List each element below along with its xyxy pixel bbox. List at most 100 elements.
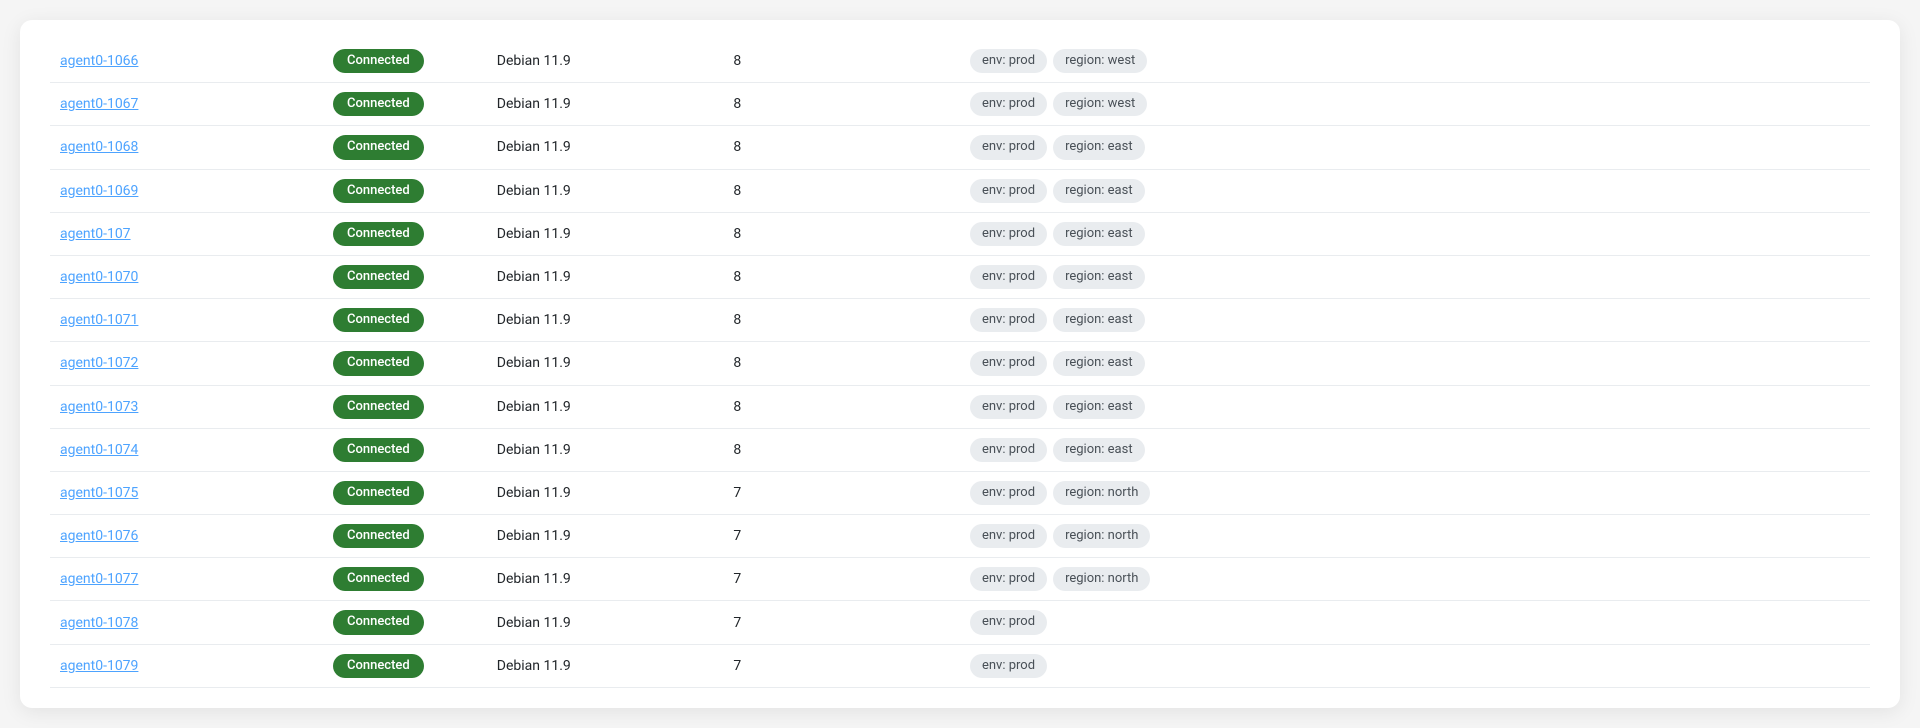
cell-count: 7: [723, 515, 960, 558]
table-row: agent0-107 Connected Debian 11.9 8 env: prod…: [50, 212, 1870, 255]
count-text: 8: [733, 355, 741, 371]
tag-pill: region: east: [1053, 179, 1145, 203]
tag-pill: region: west: [1053, 49, 1147, 73]
os-text: Debian 11.9: [497, 53, 571, 69]
status-badge: Connected: [333, 654, 424, 678]
agent-link[interactable]: agent0-1077: [60, 571, 138, 587]
count-text: 8: [733, 183, 741, 199]
agent-link[interactable]: agent0-1076: [60, 528, 138, 544]
os-text: Debian 11.9: [497, 183, 571, 199]
tag-pill: region: east: [1053, 438, 1145, 462]
cell-os: Debian 11.9: [487, 212, 724, 255]
agent-link[interactable]: agent0-1072: [60, 355, 138, 371]
tag-pill: env: prod: [970, 308, 1047, 332]
cell-status: Connected: [323, 558, 487, 601]
status-badge: Connected: [333, 265, 424, 289]
table-row: agent0-1076ConnectedDebian 11.97env: pro…: [50, 515, 1870, 558]
agent-link[interactable]: agent0-1079: [60, 658, 138, 674]
status-badge: Connected: [333, 610, 424, 634]
agent-link[interactable]: agent0-107: [60, 226, 131, 242]
agent-link[interactable]: agent0-1066: [60, 53, 138, 69]
tag-pill: env: prod: [970, 222, 1047, 246]
count-text: 8: [733, 96, 741, 112]
status-badge: Connected: [333, 395, 424, 419]
status-badge: Connected: [333, 567, 424, 591]
cell-os: Debian 11.9: [487, 83, 724, 126]
cell-status: Connected: [323, 471, 487, 514]
cell-tags: env: prodregion: east: [960, 169, 1870, 212]
cell-agent-name: agent0-1069: [50, 169, 323, 212]
tag-pill: env: prod: [970, 135, 1047, 159]
count-text: 7: [733, 571, 741, 587]
status-badge: Connected: [333, 92, 424, 116]
os-text: Debian 11.9: [497, 226, 571, 242]
table-row: agent0-1070ConnectedDebian 11.98env: pro…: [50, 255, 1870, 298]
table-row: agent0-1074ConnectedDebian 11.98env: pro…: [50, 428, 1870, 471]
cell-tags: env: prodregion: east: [960, 428, 1870, 471]
tag-pill: region: east: [1053, 308, 1145, 332]
tag-pill: env: prod: [970, 49, 1047, 73]
table-row: agent0-1066 Connected Debian 11.9 8 env: pro…: [50, 40, 1870, 83]
table-row: agent0-1069ConnectedDebian 11.98env: pro…: [50, 169, 1870, 212]
cell-tags: env: prod: [960, 644, 1870, 687]
table-row: agent0-1075ConnectedDebian 11.97env: pro…: [50, 471, 1870, 514]
cell-count: 7: [723, 471, 960, 514]
table-row: agent0-1072ConnectedDebian 11.98env: pro…: [50, 342, 1870, 385]
count-text: 7: [733, 485, 741, 501]
tag-pill: env: prod: [970, 395, 1047, 419]
agent-link[interactable]: agent0-1073: [60, 399, 138, 415]
cell-count: 8: [723, 428, 960, 471]
tag-pill: env: prod: [970, 438, 1047, 462]
cell-os: Debian 11.9: [487, 126, 724, 169]
agent-link[interactable]: agent0-1075: [60, 485, 138, 501]
cell-status: Connected: [323, 644, 487, 687]
cell-count: 8: [723, 126, 960, 169]
tag-pill: env: prod: [970, 567, 1047, 591]
agent-link[interactable]: agent0-1068: [60, 139, 138, 155]
agent-link[interactable]: agent0-1071: [60, 312, 138, 328]
cell-os: Debian 11.9: [487, 299, 724, 342]
cell-agent-name: agent0-1068: [50, 126, 323, 169]
status-badge: Connected: [333, 222, 424, 246]
os-text: Debian 11.9: [497, 96, 571, 112]
count-text: 8: [733, 53, 741, 69]
cell-count: 8: [723, 212, 960, 255]
table-row: agent0-1067 Connected Debian 11.9 8 env: pro…: [50, 83, 1870, 126]
agent-link[interactable]: agent0-1078: [60, 615, 138, 631]
cell-count: 7: [723, 644, 960, 687]
agent-link[interactable]: agent0-1074: [60, 442, 138, 458]
agent-link[interactable]: agent0-1069: [60, 183, 138, 199]
cell-os: Debian 11.9: [487, 255, 724, 298]
status-badge: Connected: [333, 49, 424, 73]
cell-count: 8: [723, 385, 960, 428]
agents-card: agent0-1066ConnectedDebian 11.98env: pro…: [20, 20, 1900, 708]
agent-link[interactable]: agent0-1067: [60, 96, 138, 112]
table-row: agent0-1078ConnectedDebian 11.97env: pro…: [50, 601, 1870, 644]
tag-pill: region: north: [1053, 481, 1150, 505]
cell-agent-name: agent0-1066: [50, 40, 323, 83]
tag-pill: region: east: [1053, 265, 1145, 289]
cell-status: Connected: [323, 299, 487, 342]
os-text: Debian 11.9: [497, 658, 571, 674]
cell-tags: env: prodregion: east: [960, 299, 1870, 342]
count-text: 8: [733, 226, 741, 242]
os-text: Debian 11.9: [497, 528, 571, 544]
tag-pill: region: north: [1053, 524, 1150, 548]
agent-link[interactable]: agent0-1070: [60, 269, 138, 285]
os-text: Debian 11.9: [497, 139, 571, 155]
cell-status: Connected: [323, 126, 487, 169]
os-text: Debian 11.9: [497, 485, 571, 501]
cell-os: Debian 11.9: [487, 40, 724, 83]
cell-count: 8: [723, 342, 960, 385]
tag-pill: env: prod: [970, 179, 1047, 203]
cell-tags: env: prodregion: north: [960, 558, 1870, 601]
cell-agent-name: agent0-1067: [50, 83, 323, 126]
tag-pill: env: prod: [970, 351, 1047, 375]
cell-tags: env: prodregion: east: [960, 342, 1870, 385]
cell-count: 7: [723, 558, 960, 601]
tag-pill: env: prod: [970, 92, 1047, 116]
cell-agent-name: agent0-1072: [50, 342, 323, 385]
table-row: agent0-1071ConnectedDebian 11.98env: pro…: [50, 299, 1870, 342]
cell-os: Debian 11.9: [487, 169, 724, 212]
agents-table: agent0-1066ConnectedDebian 11.98env: pro…: [50, 40, 1870, 688]
